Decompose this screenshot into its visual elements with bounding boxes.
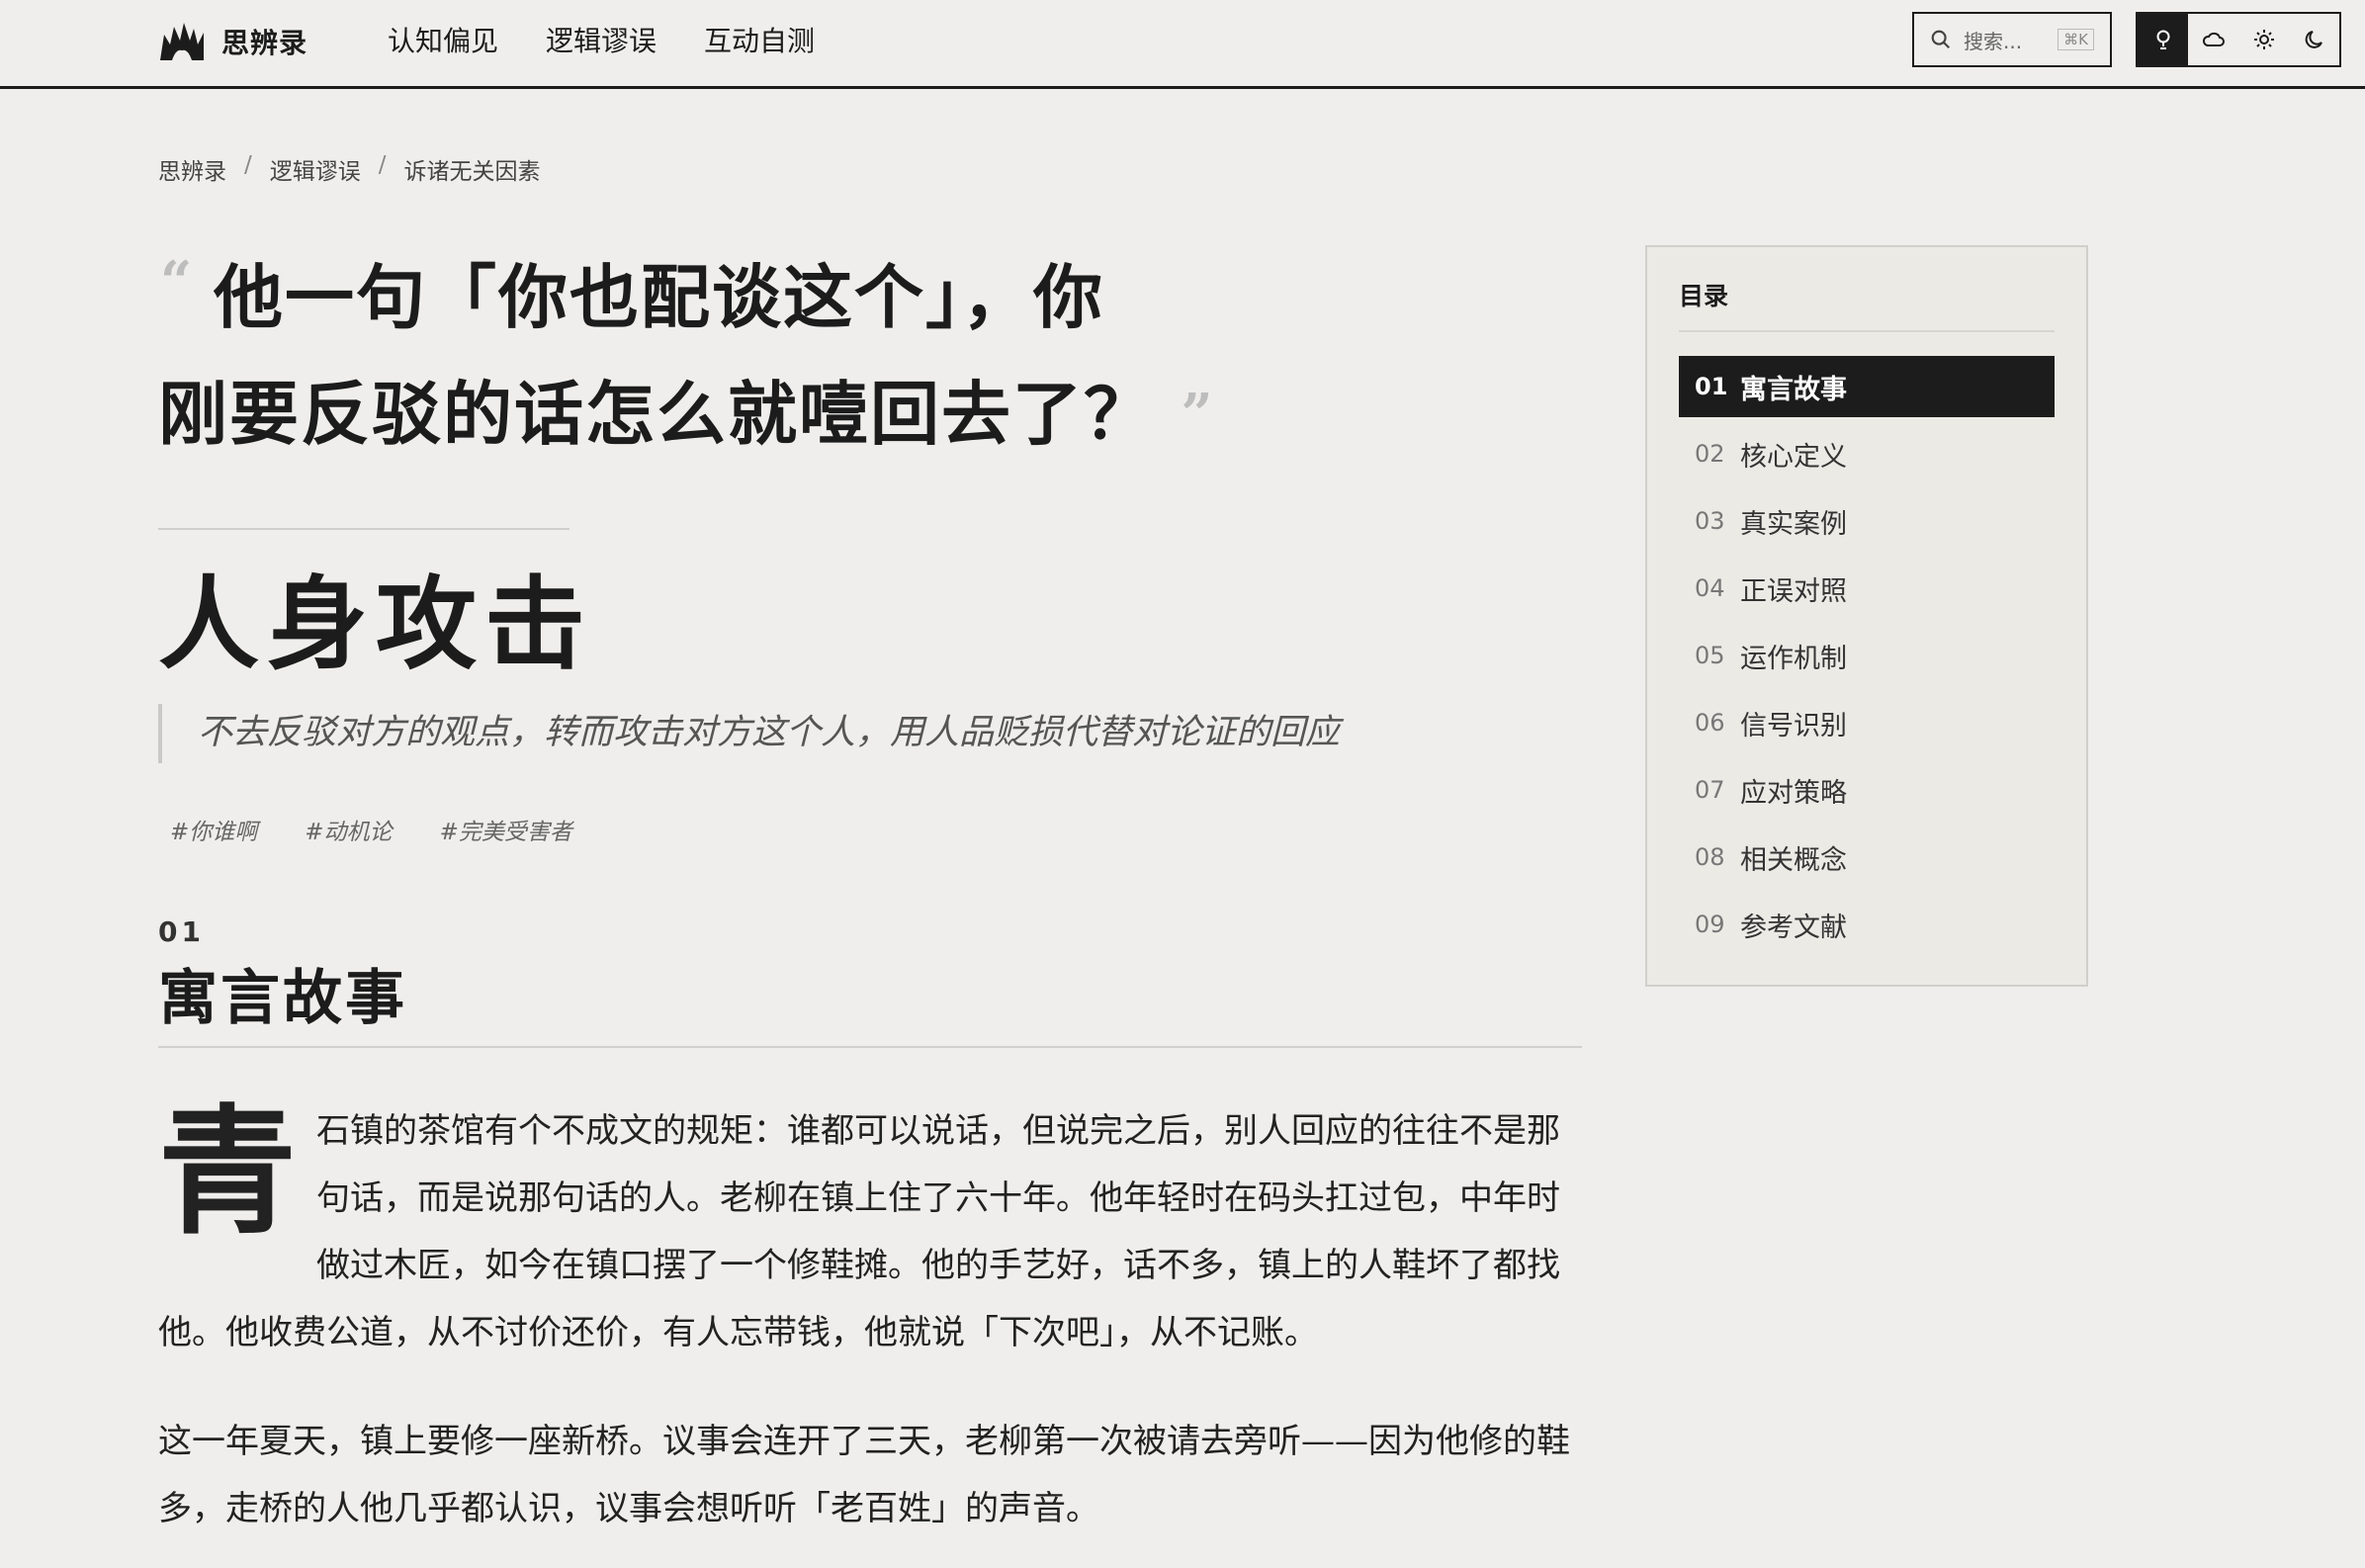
divider — [158, 528, 569, 530]
sun-button[interactable] — [2238, 14, 2289, 65]
toc-item-label: 真实案例 — [1740, 508, 1847, 540]
main-nav: 认知偏见 逻辑谬误 互动自测 — [388, 20, 815, 63]
toc-item-label: 运作机制 — [1740, 643, 1847, 674]
concept-title: 人身攻击 — [158, 566, 593, 684]
brand-name: 思辨录 — [221, 27, 308, 59]
breadcrumb-separator: / — [244, 152, 252, 178]
quote-line-1: 他一句「你也配谈这个」，你 — [214, 256, 1104, 338]
section-number: 01 — [158, 915, 205, 948]
search-shortcut: ⌘K — [2058, 29, 2094, 50]
top-nav-bar: 思辨录 认知偏见 逻辑谬误 互动自测 搜索... ⌘K — [0, 0, 2365, 89]
sun-icon — [2253, 30, 2274, 49]
toc-list: 01 寓言故事 02 核心定义 03 真实案例 04 正误对照 05 运作机制 06 信号识… — [1679, 356, 2055, 955]
toc-item[interactable]: 09 参考文献 — [1679, 894, 2055, 955]
toc-item-label: 相关概念 — [1740, 844, 1847, 876]
story-paragraph-1-text: 石镇的茶馆有个不成文的规矩：谁都可以说话，但说完之后，别人回应的往往不是那句话，… — [158, 1111, 1561, 1352]
tag-list: #你谁啊 #动机论 #完美受害者 — [170, 813, 572, 846]
breadcrumb-category[interactable]: 逻辑谬误 — [270, 152, 361, 186]
toc-item-number: 07 — [1695, 776, 1725, 804]
section-title: 寓言故事 — [158, 964, 407, 1033]
toc-item-number: 01 — [1695, 373, 1728, 400]
toc-item-label: 正误对照 — [1740, 575, 1847, 607]
flame-logo-icon — [160, 23, 204, 60]
cloud-icon — [2202, 32, 2225, 46]
breadcrumb-subcategory[interactable]: 诉诸无关因素 — [404, 152, 541, 186]
quote-line-2: 刚要反驳的话怎么就噎回去了？ — [158, 373, 1155, 455]
breadcrumb: 思辨录 / 逻辑谬误 / 诉诸无关因素 — [158, 152, 541, 186]
tag[interactable]: #你谁啊 — [170, 813, 257, 846]
quote-line-2-wrap: 刚要反驳的话怎么就噎回去了？ ” — [158, 356, 1226, 473]
toc-item-label: 核心定义 — [1740, 441, 1847, 473]
story-paragraph-2: 这一年夏天，镇上要修一座新桥。议事会连开了三天，老柳第一次被请去旁听——因为他修… — [158, 1422, 1570, 1528]
breadcrumb-separator: / — [378, 152, 387, 178]
theme-toolbar — [2136, 12, 2341, 67]
tag[interactable]: #动机论 — [305, 813, 392, 846]
moon-button[interactable] — [2289, 14, 2339, 65]
toc-item[interactable]: 01 寓言故事 — [1679, 356, 2055, 417]
toc-item-number: 02 — [1695, 440, 1725, 468]
table-of-contents: 目录 01 寓言故事 02 核心定义 03 真实案例 04 正误对照 05 运作机制 06… — [1645, 245, 2088, 987]
toc-item[interactable]: 08 相关概念 — [1679, 827, 2055, 888]
toc-item[interactable]: 05 运作机制 — [1679, 625, 2055, 686]
breadcrumb-home[interactable]: 思辨录 — [158, 152, 226, 186]
toc-item-number: 09 — [1695, 911, 1725, 938]
toc-item[interactable]: 06 信号识别 — [1679, 692, 2055, 753]
cloud-button[interactable] — [2188, 14, 2238, 65]
search-icon — [1931, 30, 1951, 49]
nav-link-logical-fallacy[interactable]: 逻辑谬误 — [546, 20, 657, 63]
toc-item-label: 应对策略 — [1740, 777, 1847, 809]
section-divider — [158, 1046, 1582, 1048]
toc-item[interactable]: 03 真实案例 — [1679, 490, 2055, 552]
close-quote-mark: ” — [1181, 382, 1215, 447]
toc-item-label: 参考文献 — [1740, 912, 1847, 943]
toc-item-label: 信号识别 — [1740, 710, 1847, 741]
nav-link-interactive-test[interactable]: 互动自测 — [704, 20, 815, 63]
toc-item-number: 03 — [1695, 507, 1725, 535]
toc-item-number: 04 — [1695, 574, 1725, 602]
toc-item[interactable]: 07 应对策略 — [1679, 759, 2055, 821]
toc-title: 目录 — [1679, 277, 2055, 332]
toc-item-number: 05 — [1695, 642, 1725, 669]
drop-cap: 青 — [158, 1091, 298, 1254]
toc-item-label: 寓言故事 — [1740, 374, 1847, 405]
toc-item[interactable]: 02 核心定义 — [1679, 423, 2055, 484]
toc-item-number: 06 — [1695, 709, 1725, 737]
concept-definition: 不去反驳对方的观点，转而攻击对方这个人，用人品贬损代替对论证的回应 — [158, 704, 1340, 763]
tag[interactable]: #完美受害者 — [440, 813, 572, 846]
moon-icon — [2305, 31, 2322, 48]
story-paragraph-1: 青 石镇的茶馆有个不成文的规矩：谁都可以说话，但说完之后，别人回应的往往不是那句… — [158, 1097, 1582, 1366]
toc-item-number: 08 — [1695, 843, 1725, 871]
nav-link-cognitive-bias[interactable]: 认知偏见 — [388, 20, 498, 63]
open-quote-mark: “ — [160, 249, 193, 314]
lightbulb-button[interactable] — [2138, 14, 2188, 65]
lightbulb-icon — [2156, 30, 2169, 49]
toc-item[interactable]: 04 正误对照 — [1679, 558, 2055, 619]
hook-quote: “ 他一句「你也配谈这个」，你 刚要反驳的话怎么就噎回去了？ ” — [158, 239, 1226, 473]
search-box[interactable]: 搜索... ⌘K — [1912, 12, 2112, 67]
search-placeholder: 搜索... — [1964, 29, 2023, 53]
brand-link[interactable]: 思辨录 — [158, 18, 307, 65]
